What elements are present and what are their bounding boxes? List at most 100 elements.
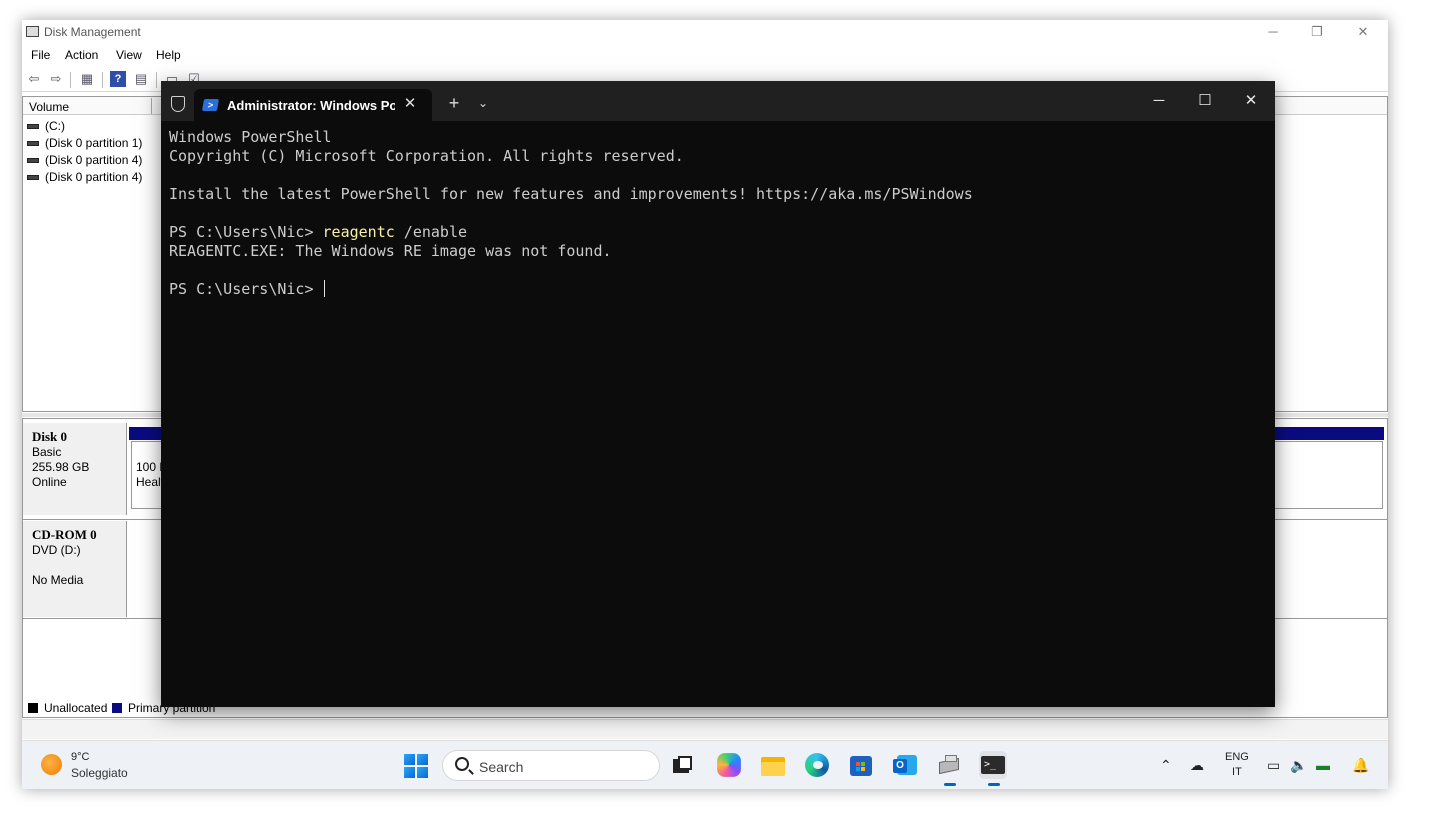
close-button[interactable]: ✕ <box>1348 22 1378 42</box>
volume-row[interactable]: (Disk 0 partition 1) <box>27 136 142 152</box>
help-icon[interactable]: ? <box>110 71 126 87</box>
drive-icon <box>27 175 39 181</box>
volume-row[interactable]: (C:) <box>27 119 65 135</box>
drive-icon <box>27 158 39 164</box>
text-cursor <box>323 280 325 297</box>
new-tab-icon[interactable]: + <box>444 93 464 113</box>
start-button[interactable] <box>404 754 428 778</box>
disk0-label[interactable]: Disk 0 Basic 255.98 GB Online <box>23 423 127 515</box>
dm-window-title: Disk Management <box>44 25 141 39</box>
disk0-size: 255.98 GB <box>32 460 90 474</box>
toolbar-separator <box>156 72 157 88</box>
terminal-tab[interactable]: > Administrator: Windows PowerShell ✕ <box>194 89 432 121</box>
file-explorer-icon[interactable] <box>759 751 787 779</box>
sun-icon[interactable] <box>41 754 62 775</box>
taskbar: 9°C Soleggiato Search O >_ ⌃ ☁ ENG IT ▭ … <box>22 740 1388 789</box>
restore-button[interactable]: ❐ <box>1302 22 1332 42</box>
close-tab-icon[interactable]: ✕ <box>401 95 419 113</box>
powershell-icon: > <box>201 99 220 111</box>
volume-name: (Disk 0 partition 4) <box>45 153 143 167</box>
chevron-down-icon[interactable]: ⌄ <box>474 93 492 113</box>
prompt: PS C:\Users\Nic> <box>169 223 323 241</box>
volume-row[interactable]: (Disk 0 partition 4) <box>27 170 142 186</box>
terminal-maximize-button[interactable]: ☐ <box>1185 89 1225 113</box>
search-icon <box>455 757 469 771</box>
minimize-button[interactable]: ─ <box>1258 22 1288 42</box>
back-arrow-icon[interactable]: ⇦ <box>26 71 42 87</box>
weather-temperature[interactable]: 9°C <box>71 751 89 763</box>
toolbar-separator <box>102 72 103 88</box>
network-icon[interactable]: ▭ <box>1267 757 1280 774</box>
show-console-tree-icon[interactable]: ▦ <box>79 71 95 87</box>
terminal-error-line: REAGENTC.EXE: The Windows RE image was n… <box>169 242 612 260</box>
legend-unallocated: Unallocated <box>28 701 107 715</box>
cdrom-label[interactable]: CD-ROM 0 DVD (D:) No Media <box>23 521 127 617</box>
disk-management-icon <box>26 26 39 37</box>
terminal-output[interactable]: Windows PowerShell Copyright (C) Microso… <box>169 128 1269 299</box>
cdrom-name: CD-ROM 0 <box>32 527 97 542</box>
menu-action[interactable]: Action <box>65 48 98 62</box>
language-indicator[interactable]: ENG IT <box>1225 750 1249 780</box>
microsoft-store-icon[interactable] <box>847 751 875 779</box>
properties-icon[interactable]: ▤ <box>133 71 149 87</box>
volume-row[interactable]: (Disk 0 partition 4) <box>27 153 142 169</box>
windows-logo-tile <box>417 754 428 765</box>
terminal-command-line: PS C:\Users\Nic> reagentc /enable <box>169 223 1269 242</box>
search-label: Search <box>479 759 524 775</box>
terminal-tab-bar[interactable]: > Administrator: Windows PowerShell ✕ + … <box>161 81 1275 121</box>
command-name: reagentc <box>322 223 395 241</box>
drive-icon <box>27 141 39 147</box>
chevron-up-icon[interactable]: ⌃ <box>1160 757 1172 774</box>
edge-icon[interactable] <box>803 751 831 779</box>
terminal-line: Copyright (C) Microsoft Corporation. All… <box>169 147 684 165</box>
terminal-line: Install the latest PowerShell for new fe… <box>169 185 973 203</box>
volume-name: (Disk 0 partition 4) <box>45 170 143 184</box>
toolbar-separator <box>70 72 71 88</box>
dm-menu-bar: File Action View Help <box>22 44 1388 66</box>
volume-name: (Disk 0 partition 1) <box>45 136 143 150</box>
cdrom-drive: DVD (D:) <box>32 543 81 557</box>
drive-icon <box>27 124 39 130</box>
status-bar <box>22 719 1388 739</box>
forward-arrow-icon[interactable]: ⇨ <box>48 71 64 87</box>
disk0-type: Basic <box>32 445 62 459</box>
windows-logo-tile <box>417 767 428 778</box>
task-view-icon[interactable] <box>670 751 698 779</box>
disk-management-app-icon[interactable] <box>935 751 963 786</box>
terminal-close-button[interactable]: ✕ <box>1231 89 1271 113</box>
terminal-window[interactable]: > Administrator: Windows PowerShell ✕ + … <box>161 81 1275 707</box>
cdrom-media: No Media <box>32 573 84 587</box>
copilot-icon[interactable] <box>717 753 741 777</box>
outlook-icon[interactable]: O <box>891 751 919 779</box>
terminal-line: Windows PowerShell <box>169 128 332 146</box>
menu-view[interactable]: View <box>116 48 142 62</box>
weather-description[interactable]: Soleggiato <box>71 766 128 780</box>
windows-logo-icon <box>404 754 415 765</box>
volume-name: (C:) <box>45 119 65 133</box>
notification-bell-icon[interactable]: 🔔 <box>1352 757 1369 774</box>
battery-icon[interactable]: ▬ <box>1316 757 1330 773</box>
taskbar-search[interactable]: Search <box>442 750 660 781</box>
keyboard-layout: IT <box>1232 766 1242 778</box>
onedrive-offline-icon[interactable]: ☁ <box>1190 757 1204 774</box>
shield-icon <box>171 96 185 112</box>
legend-swatch-unallocated <box>28 703 38 713</box>
column-header-divider[interactable] <box>151 98 152 114</box>
prompt: PS C:\Users\Nic> <box>169 280 323 298</box>
terminal-minimize-button[interactable]: ─ <box>1139 89 1179 113</box>
menu-file[interactable]: File <box>31 48 50 62</box>
column-header-volume[interactable]: Volume <box>29 100 69 114</box>
terminal-prompt-line[interactable]: PS C:\Users\Nic> <box>169 280 1269 299</box>
terminal-tab-title: Administrator: Windows PowerShell <box>227 98 395 113</box>
command-args: /enable <box>394 223 468 241</box>
volume-icon[interactable]: 🔈 <box>1290 757 1307 774</box>
windows-logo-tile <box>404 767 415 778</box>
disk0-name: Disk 0 <box>32 429 68 444</box>
dm-title-bar[interactable]: Disk Management ─ ❐ ✕ <box>22 20 1388 44</box>
terminal-app-icon[interactable]: >_ <box>979 751 1007 786</box>
menu-help[interactable]: Help <box>156 48 181 62</box>
disk0-status: Online <box>32 475 67 489</box>
